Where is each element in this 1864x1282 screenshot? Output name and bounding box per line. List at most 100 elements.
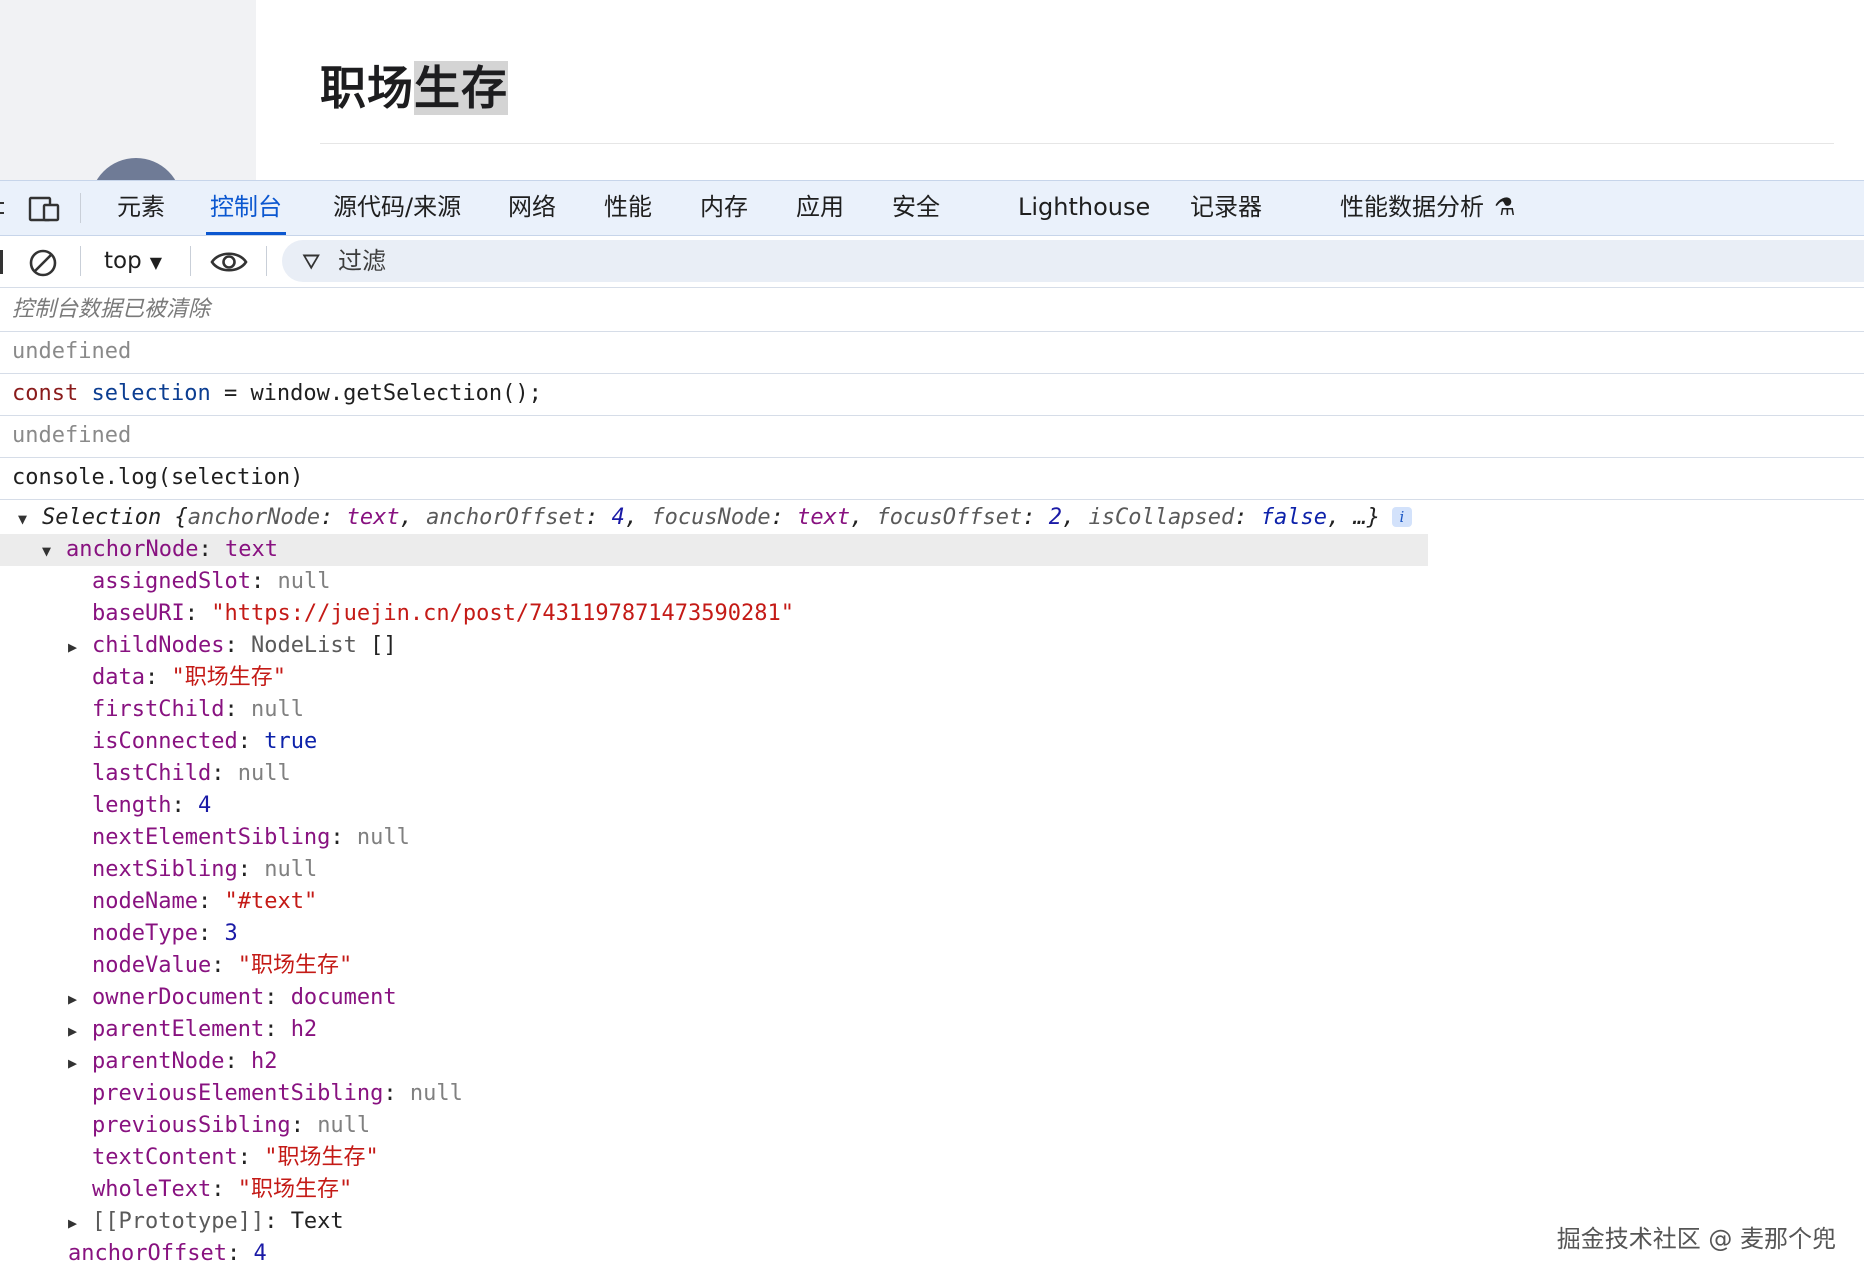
summary-key: isCollapsed: [1088, 505, 1235, 530]
summary-ellipsis: …}: [1353, 505, 1380, 530]
context-selector[interactable]: top ▼: [104, 236, 162, 286]
console-result: undefined: [0, 332, 1864, 374]
console-cleared-message: 控制台数据已被清除: [0, 290, 1864, 332]
summary-value: 4: [611, 505, 625, 530]
device-toolbar-icon[interactable]: [28, 196, 62, 222]
prop-value: null: [356, 825, 410, 850]
variable: selection: [91, 381, 211, 406]
tree-row[interactable]: nodeType: 3: [68, 918, 238, 950]
prop-value: "#text": [224, 889, 318, 914]
tree-row[interactable]: firstChild: null: [68, 694, 304, 726]
keyword: const: [12, 381, 79, 406]
tab-lighthouse[interactable]: Lighthouse: [1018, 181, 1150, 235]
collapsed-triangle-icon[interactable]: ▶: [68, 1047, 92, 1079]
live-expression-eye-icon[interactable]: [210, 248, 248, 276]
prop-value: document: [290, 985, 397, 1010]
expanded-triangle-icon[interactable]: ▼: [42, 535, 66, 567]
prop-value: "职场生存": [264, 1145, 379, 1170]
tree-row[interactable]: nodeName: "#text": [68, 886, 317, 918]
prop-value: true: [264, 729, 318, 754]
tree-row[interactable]: nextElementSibling: null: [68, 822, 410, 854]
tree-row[interactable]: data: "职场生存": [68, 662, 286, 694]
tree-row-anchorOffset[interactable]: anchorOffset: 4: [44, 1238, 267, 1270]
tab-performance-insights[interactable]: 性能数据分析 ⚗: [1340, 181, 1516, 235]
console-command: console.log(selection): [0, 458, 1864, 500]
prop-value: "职场生存": [237, 1177, 353, 1202]
tree-row[interactable]: nodeValue: "职场生存": [68, 950, 352, 982]
tree-row[interactable]: ▶ childNodes: NodeList []: [68, 630, 397, 662]
tree-row[interactable]: lastChild: null: [68, 758, 291, 790]
prop-value: 3: [224, 921, 238, 946]
summary-key: anchorNode: [187, 505, 321, 530]
tree-row[interactable]: ▶ parentElement: h2: [68, 1014, 317, 1046]
separator: [266, 246, 267, 276]
tab-memory[interactable]: 内存: [700, 181, 748, 235]
tab-console[interactable]: 控制台: [206, 181, 286, 235]
menu-edge-icon[interactable]: [0, 196, 4, 222]
prop-value: null: [317, 1113, 371, 1138]
collapsed-triangle-icon[interactable]: ▶: [68, 983, 92, 1015]
collapsed-triangle-icon[interactable]: ▶: [68, 1207, 92, 1239]
tree-row[interactable]: nextSibling: null: [68, 854, 317, 886]
tab-sources[interactable]: 源代码/来源: [333, 181, 461, 235]
prop-value: text: [224, 537, 278, 562]
watermark: 掘金技术社区 @ 麦那个兜: [1556, 1225, 1836, 1253]
filter-input[interactable]: ⛛ 过滤: [282, 240, 1864, 282]
tree-row[interactable]: isConnected: true: [68, 726, 317, 758]
console-toolbar: top ▼ ⛛ 过滤: [0, 236, 1864, 288]
prop-value: null: [277, 569, 331, 594]
tree-row-anchorNode[interactable]: ▼ anchorNode: text: [0, 534, 1428, 566]
prop-value: null: [409, 1081, 463, 1106]
tree-row[interactable]: previousSibling: null: [68, 1110, 370, 1142]
tab-performance-insights-label: 性能数据分析: [1340, 193, 1484, 221]
chevron-down-icon: ▼: [149, 253, 163, 272]
tab-security[interactable]: 安全: [892, 181, 940, 235]
prop-key: [[Prototype]]: [92, 1209, 265, 1234]
expanded-triangle-icon[interactable]: ▼: [18, 503, 42, 535]
summary-value: text: [346, 505, 400, 530]
prop-key: anchorNode: [66, 537, 199, 562]
prop-value: h2: [250, 1049, 278, 1074]
prop-value: null: [264, 857, 318, 882]
prop-value: "职场生存": [237, 953, 353, 978]
summary-key: focusNode: [651, 505, 771, 530]
filter-icon: ⛛: [302, 250, 321, 275]
tree-row[interactable]: ▶ parentNode: h2: [68, 1046, 277, 1078]
prop-value: null: [237, 761, 291, 786]
prop-key: anchorOffset: [68, 1241, 227, 1266]
class-name: Selection: [42, 505, 162, 530]
tab-application[interactable]: 应用: [796, 181, 844, 235]
sidebar-toggle-edge[interactable]: [0, 250, 3, 274]
summary-value: text: [797, 505, 851, 530]
summary-value: false: [1260, 505, 1327, 530]
prop-value: "https://juejin.cn/post/7431197871473590…: [211, 601, 795, 626]
separator: [80, 246, 81, 276]
tree-row[interactable]: ▶ ownerDocument: document: [68, 982, 397, 1014]
context-label: top: [104, 248, 142, 274]
tree-row-prototype[interactable]: ▶ [[Prototype]]: Text: [68, 1206, 344, 1238]
tab-performance[interactable]: 性能: [604, 181, 652, 235]
prop-value: "职场生存": [171, 665, 286, 690]
filter-placeholder: 过滤: [338, 247, 386, 275]
divider: [320, 143, 1834, 144]
tree-row[interactable]: length: 4: [68, 790, 211, 822]
prop-value: h2: [290, 1017, 318, 1042]
tree-row[interactable]: previousElementSibling: null: [68, 1078, 463, 1110]
page-title: 职场生存: [320, 52, 508, 118]
experiment-flask-icon: ⚗: [1494, 193, 1516, 221]
clear-console-icon[interactable]: [28, 248, 58, 278]
tree-row[interactable]: textContent: "职场生存": [68, 1142, 379, 1174]
collapsed-triangle-icon[interactable]: ▶: [68, 1015, 92, 1047]
tab-elements[interactable]: 元素: [117, 181, 165, 235]
tab-recorder[interactable]: 记录器: [1190, 181, 1262, 235]
tree-row[interactable]: baseURI: "https://juejin.cn/post/7431197…: [68, 598, 794, 630]
selection-summary[interactable]: ▼ Selection {anchorNode: text, anchorOffs…: [18, 502, 1412, 534]
devtools-tabbar: 元素 控制台 源代码/来源 网络 性能 内存 应用 安全 Lighthouse …: [0, 180, 1864, 236]
tree-row[interactable]: wholeText: "职场生存": [68, 1174, 352, 1206]
prop-value: 4: [197, 793, 212, 818]
prop-value-extra: []: [370, 633, 397, 658]
tree-row[interactable]: assignedSlot: null: [68, 566, 330, 598]
tab-network[interactable]: 网络: [508, 181, 556, 235]
info-icon[interactable]: i: [1391, 507, 1412, 527]
collapsed-triangle-icon[interactable]: ▶: [68, 631, 92, 663]
